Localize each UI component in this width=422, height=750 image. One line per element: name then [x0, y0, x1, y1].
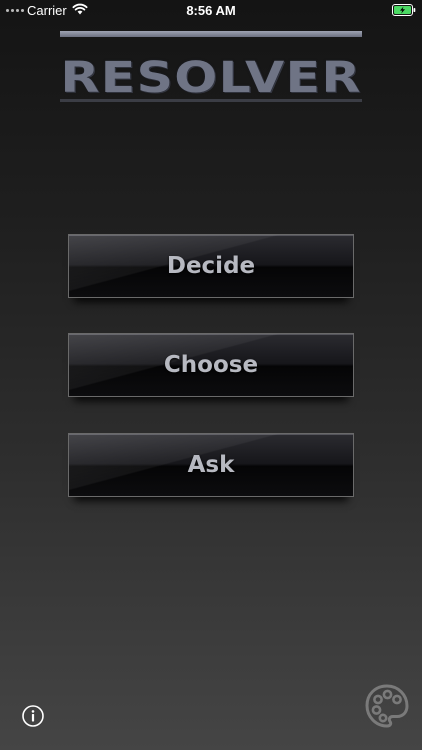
- app-title-logo: RESOLVER: [60, 31, 362, 105]
- app-title: RESOLVER: [60, 53, 362, 103]
- palette-icon[interactable]: [363, 682, 411, 730]
- battery-charging-icon: [392, 4, 416, 16]
- status-time: 8:56 AM: [186, 3, 236, 18]
- choose-button-label: Choose: [163, 352, 259, 378]
- app-screen: Carrier 8:56 AM RESOLVER Decide Choose A…: [0, 0, 422, 750]
- decide-button[interactable]: Decide: [68, 234, 354, 298]
- ask-button-label: Ask: [187, 452, 235, 478]
- info-icon[interactable]: [22, 705, 44, 727]
- status-bar: Carrier 8:56 AM: [0, 0, 422, 22]
- decide-button-label: Decide: [166, 253, 256, 279]
- ask-button[interactable]: Ask: [68, 433, 354, 497]
- choose-button[interactable]: Choose: [68, 333, 354, 397]
- title-top-bar: [60, 31, 362, 37]
- title-underline: [60, 99, 362, 102]
